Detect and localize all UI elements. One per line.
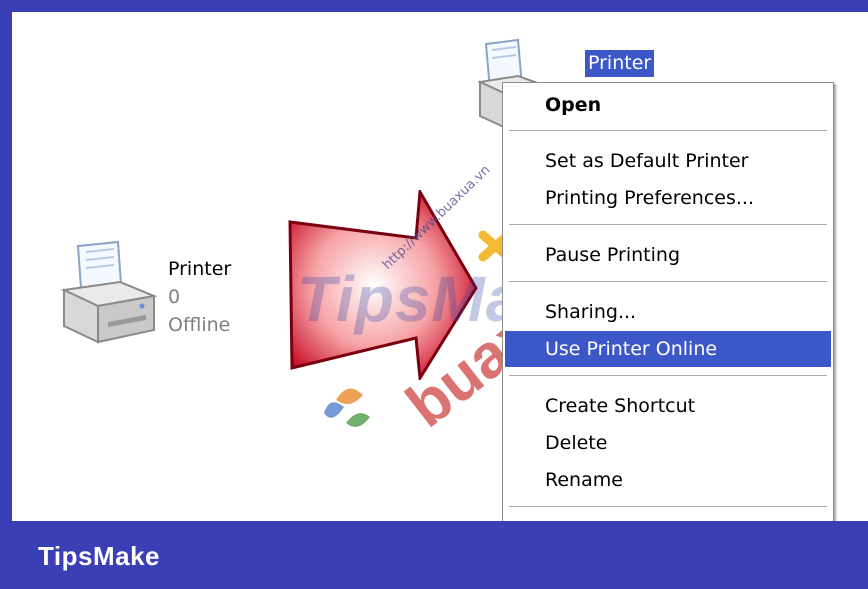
printer-item-details: Printer 0 Offline (168, 255, 231, 339)
frame-left-border (0, 0, 12, 589)
context-menu: Open Set as Default Printer Printing Pre… (502, 82, 834, 523)
printer-name: Printer (168, 258, 232, 280)
menu-separator (509, 281, 827, 283)
frame-top-border (0, 0, 868, 12)
printer-icon (60, 240, 158, 344)
selected-printer-label: Printer (585, 50, 655, 77)
menu-separator (509, 506, 827, 508)
menu-item-open[interactable]: Open (505, 87, 831, 123)
printer-job-count: 0 (168, 286, 181, 308)
menu-item-rename[interactable]: Rename (505, 462, 831, 498)
menu-item-delete[interactable]: Delete (505, 425, 831, 461)
menu-item-create-shortcut[interactable]: Create Shortcut (505, 388, 831, 424)
menu-item-pause-printing[interactable]: Pause Printing (505, 237, 831, 273)
menu-separator (509, 375, 827, 377)
footer-banner: TipsMake (0, 521, 868, 589)
menu-item-use-printer-online[interactable]: Use Printer Online (505, 331, 831, 367)
menu-item-printing-preferences[interactable]: Printing Preferences... (505, 180, 831, 216)
menu-item-sharing[interactable]: Sharing... (505, 294, 831, 330)
menu-separator (509, 130, 827, 132)
menu-item-set-default[interactable]: Set as Default Printer (505, 143, 831, 179)
footer-brand: TipsMake (38, 541, 161, 571)
menu-separator (509, 224, 827, 226)
printer-status: Offline (168, 314, 231, 336)
